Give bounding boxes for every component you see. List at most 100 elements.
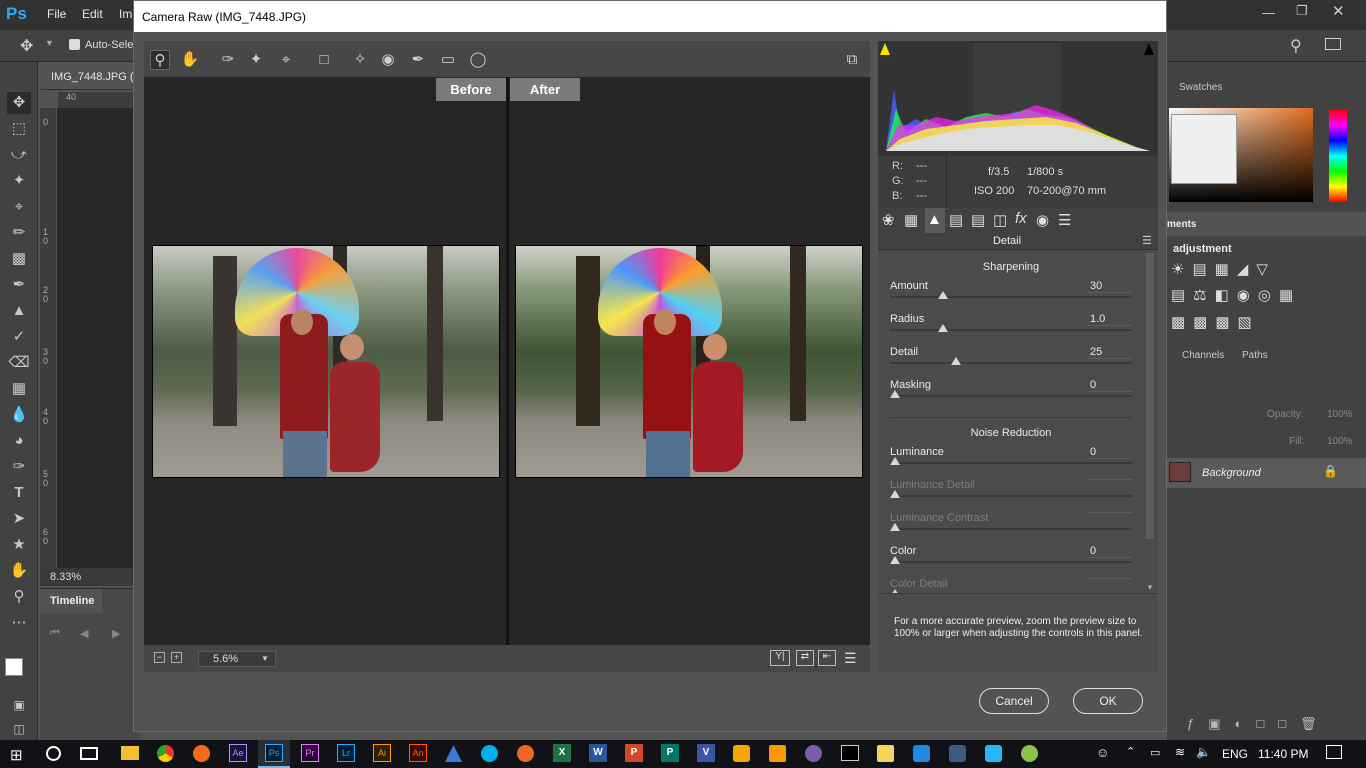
panel-scrollbar[interactable] — [1146, 253, 1154, 539]
move-icon[interactable]: ✥ — [7, 92, 31, 114]
app-icon-purple[interactable] — [805, 745, 822, 762]
noise-slider-thumb-2[interactable] — [890, 523, 900, 531]
sublime-icon[interactable] — [769, 745, 786, 762]
file-explorer-icon[interactable] — [121, 746, 139, 760]
noise-slider-value-1[interactable] — [1088, 479, 1132, 480]
notifications-icon[interactable] — [1326, 745, 1342, 759]
split-toning-tab-icon[interactable]: ▤ — [971, 211, 985, 229]
noise-slider-value-0[interactable]: 0 — [1088, 446, 1132, 459]
app-icon-blue-2[interactable] — [913, 745, 930, 762]
publisher-icon[interactable]: P — [661, 744, 679, 762]
ok-button[interactable]: OK — [1073, 688, 1143, 714]
skype-icon[interactable] — [481, 745, 498, 762]
sharpening-slider-value-3[interactable]: 0 — [1088, 379, 1132, 392]
fullscreen-icon[interactable]: ⧉ — [842, 50, 862, 70]
noise-slider-track-1[interactable] — [890, 495, 1132, 497]
close-icon[interactable]: ✕ — [1332, 2, 1345, 20]
sharpening-slider-track-2[interactable] — [890, 362, 1132, 364]
sharpening-slider-thumb-1[interactable] — [938, 324, 949, 332]
hand-icon[interactable]: ✋ — [7, 560, 31, 582]
visio-icon[interactable]: V — [697, 744, 715, 762]
graduated-filter-icon[interactable]: ▭ — [438, 50, 458, 70]
noise-slider-track-0[interactable] — [890, 462, 1132, 464]
zoom-select[interactable]: 5.6% ▼ — [198, 651, 276, 667]
white-balance-icon[interactable]: ✑ — [218, 50, 238, 70]
language-indicator[interactable]: ENG — [1222, 747, 1248, 761]
history-brush-icon[interactable]: ✓ — [7, 326, 31, 348]
adjustment-brush-icon[interactable]: ✒ — [408, 50, 428, 70]
sharpening-slider-track-3[interactable] — [890, 395, 1132, 397]
app-icon-blue[interactable] — [445, 745, 462, 762]
chevron-down-icon[interactable]: ▼ — [45, 38, 54, 48]
cortana-icon[interactable] — [46, 746, 61, 761]
after-effects-icon[interactable]: Ae — [229, 744, 247, 762]
timeline-tab[interactable]: Timeline — [40, 589, 102, 613]
layer-footer-icons[interactable]: ƒ▣◐□□🗑 — [1187, 716, 1331, 732]
prev-frame-icon[interactable]: ◀ — [80, 627, 88, 640]
brush-icon[interactable]: ✒ — [7, 274, 31, 296]
marquee-icon[interactable]: ⬚ — [7, 118, 31, 140]
first-frame-icon[interactable]: ⏮ — [50, 627, 60, 640]
app-icon-orange[interactable] — [517, 745, 534, 762]
cancel-button[interactable]: Cancel — [979, 688, 1049, 714]
highlight-clipping-icon[interactable] — [1144, 43, 1154, 55]
shape-icon[interactable]: ★ — [7, 534, 31, 556]
crop-icon[interactable]: ⌖ — [7, 196, 31, 218]
camera-calibration-tab-icon[interactable]: ◉ — [1036, 211, 1049, 229]
basic-tab-icon[interactable]: ❀ — [882, 211, 895, 229]
menu-image[interactable]: Im — [119, 7, 132, 21]
eraser-icon[interactable]: ⌫ — [7, 352, 31, 374]
noise-slider-value-2[interactable] — [1088, 512, 1132, 513]
spot-removal-icon[interactable]: ✧ — [350, 50, 370, 70]
detail-tab-icon[interactable]: ▲ — [925, 208, 945, 233]
lens-tab-icon[interactable]: ◫ — [993, 211, 1007, 229]
scroll-down-icon[interactable]: ▼ — [1146, 583, 1154, 592]
copy-settings-icon[interactable]: ⇤ — [818, 650, 836, 666]
sharpening-slider-value-1[interactable]: 1.0 — [1088, 313, 1132, 326]
presets-tab-icon[interactable]: ☰ — [1058, 211, 1071, 229]
paths-tab[interactable]: Paths — [1242, 350, 1268, 361]
sharpening-slider-value-0[interactable]: 30 — [1088, 280, 1132, 293]
noise-slider-thumb-0[interactable] — [890, 457, 900, 465]
noise-slider-value-3[interactable]: 0 — [1088, 545, 1132, 558]
adjustment-icons-row-2[interactable]: ▤⚖◧◉◎▦ — [1171, 286, 1301, 304]
app-icon-dark-blue[interactable] — [949, 745, 966, 762]
sharpening-slider-value-2[interactable]: 25 — [1088, 346, 1132, 359]
fill-value[interactable]: 100% — [1327, 436, 1353, 447]
noise-slider-thumb-3[interactable] — [890, 556, 900, 564]
zoom-in-icon[interactable]: + — [171, 652, 182, 663]
illustrator-icon[interactable]: Ai — [373, 744, 391, 762]
menu-edit[interactable]: Edit — [82, 7, 103, 21]
sharpening-slider-thumb-0[interactable] — [938, 291, 949, 299]
dodge-icon[interactable]: ◕ — [7, 430, 31, 452]
stamp-icon[interactable]: ▲ — [7, 300, 31, 322]
preview-settings-icon[interactable]: ☰ — [844, 650, 857, 667]
powerpoint-icon[interactable]: P — [625, 744, 643, 762]
adjustments-tab[interactable]: ments — [1167, 219, 1196, 230]
clock[interactable]: 11:40 PM — [1258, 747, 1308, 761]
foreground-color[interactable] — [5, 658, 23, 676]
healing-icon[interactable]: ▩ — [7, 248, 31, 270]
gradient-icon[interactable]: ▦ — [7, 378, 31, 400]
word-icon[interactable]: W — [589, 744, 607, 762]
app-icon-green[interactable] — [1021, 745, 1038, 762]
windows-start-icon[interactable]: ⊞ — [10, 746, 23, 764]
noise-slider-thumb-1[interactable] — [890, 490, 900, 498]
opacity-value[interactable]: 100% — [1327, 409, 1353, 420]
noise-slider-track-2[interactable] — [890, 528, 1132, 530]
channels-tab[interactable]: Channels — [1182, 350, 1224, 361]
tone-curve-tab-icon[interactable]: ▦ — [904, 211, 918, 229]
workspace-icon[interactable] — [1325, 38, 1341, 50]
play-icon[interactable]: ▶ — [112, 627, 120, 640]
panel-menu-icon[interactable]: ☰ — [1142, 234, 1152, 247]
shadow-clipping-icon[interactable] — [880, 43, 890, 55]
media-player-icon[interactable] — [733, 745, 750, 762]
path-select-icon[interactable]: ➤ — [7, 508, 31, 530]
screen-mode-icon[interactable]: ◫ — [7, 718, 31, 740]
noise-slider-track-3[interactable] — [890, 561, 1132, 563]
lasso-icon[interactable]: ⤻ — [7, 144, 31, 166]
effects-tab-icon[interactable]: fx — [1015, 210, 1027, 227]
swap-settings-icon[interactable]: ⇄ — [796, 650, 814, 666]
color-picker-field[interactable] — [1169, 108, 1313, 202]
crop-tool-icon[interactable]: □ — [314, 50, 334, 70]
